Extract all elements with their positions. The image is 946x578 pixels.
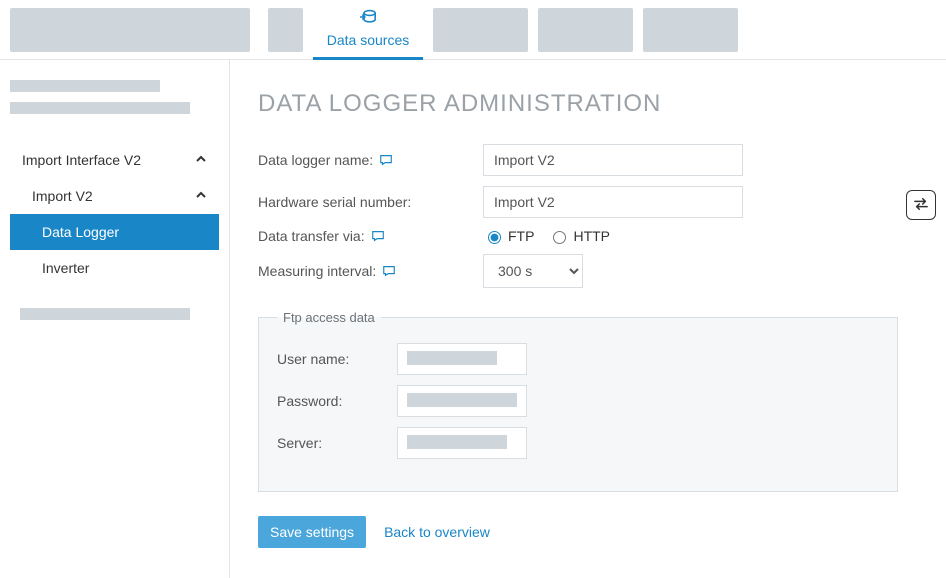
ftp-user-label: User name: [277,351,349,367]
radio-ftp-label: FTP [508,228,534,244]
sidebar-item-inverter[interactable]: Inverter [10,250,219,286]
sidebar-group-label: Import Interface V2 [22,152,141,168]
save-button[interactable]: Save settings [258,516,366,548]
ftp-fieldset: Ftp access data User name: Password: Ser… [258,310,898,492]
help-icon[interactable] [382,264,396,278]
tab-data-sources[interactable]: Data sources [313,0,423,60]
radio-http-label: HTTP [573,228,610,244]
row-transfer: Data transfer via: FTP HTTP [258,228,918,244]
top-placeholder-3 [538,8,633,52]
interval-select[interactable]: 300 s [483,254,583,288]
swap-button[interactable] [906,190,936,220]
logger-name-input[interactable] [483,144,743,176]
chevron-up-icon [195,153,207,168]
top-placeholder-2 [433,8,528,52]
sidebar-item-label: Data Logger [42,224,119,240]
ftp-pass-label: Password: [277,393,342,409]
sidebar: Import Interface V2 Import V2 Data Logge… [0,60,230,578]
radio-ftp-input[interactable] [488,231,501,244]
ftp-server-input[interactable] [397,427,527,459]
sidebar-item-label: Import V2 [32,188,93,204]
sidebar-group-import-interface[interactable]: Import Interface V2 [10,142,219,178]
chevron-up-icon [195,189,207,204]
top-placeholder-4 [643,8,738,52]
help-icon[interactable] [371,229,385,243]
hw-serial-label: Hardware serial number: [258,194,411,210]
top-placeholder-1 [268,8,303,52]
row-hw-serial: Hardware serial number: [258,186,918,218]
row-ftp-pass: Password: [277,385,879,417]
help-icon[interactable] [379,153,393,167]
page-title: DATA LOGGER ADMINISTRATION [258,90,918,118]
back-link[interactable]: Back to overview [384,524,490,540]
row-ftp-server: Server: [277,427,879,459]
hw-serial-input[interactable] [483,186,743,218]
swap-icon [912,197,930,214]
row-ftp-user: User name: [277,343,879,375]
transfer-label: Data transfer via: [258,228,365,244]
interval-label: Measuring interval: [258,263,376,279]
sidebar-placeholder-1 [10,80,160,92]
ftp-user-input[interactable] [397,343,527,375]
logger-name-label: Data logger name: [258,152,373,168]
data-sources-icon [358,9,378,28]
ftp-server-label: Server: [277,435,322,451]
sidebar-item-import-v2[interactable]: Import V2 [10,178,219,214]
sidebar-placeholder-2 [10,102,190,114]
row-logger-name: Data logger name: [258,144,918,176]
top-bar: Data sources [0,0,946,60]
sidebar-placeholder-3 [20,308,190,320]
row-interval: Measuring interval: 300 s [258,254,918,288]
tab-label: Data sources [327,32,409,48]
top-placeholder-logo [10,8,250,52]
actions-bar: Save settings Back to overview [258,516,918,548]
sidebar-item-label: Inverter [42,260,89,276]
radio-http-input[interactable] [553,231,566,244]
radio-ftp[interactable]: FTP [483,228,534,244]
radio-http[interactable]: HTTP [548,228,610,244]
ftp-pass-input[interactable] [397,385,527,417]
ftp-legend: Ftp access data [277,310,381,325]
main-content: DATA LOGGER ADMINISTRATION Data logger n… [230,60,946,578]
sidebar-item-data-logger[interactable]: Data Logger [10,214,219,250]
